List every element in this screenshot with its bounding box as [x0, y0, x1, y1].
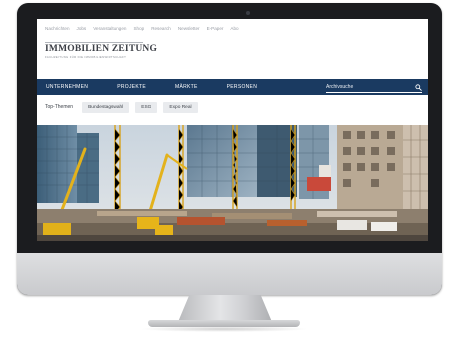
top-nav-shop[interactable]: Shop	[133, 26, 144, 31]
nav-unternehmen[interactable]: UNTERNEHMEN	[46, 84, 88, 90]
top-nav-nachrichten[interactable]: Nachrichten	[45, 26, 70, 31]
nav-projekte[interactable]: PROJEKTE	[117, 84, 146, 90]
construction-site-photo[interactable]	[37, 125, 428, 241]
logo-tagline: FACHZEITUNG FÜR DIE IMMOBILIENWIRTSCHAFT	[45, 55, 127, 59]
top-nav-newsletter[interactable]: Newsletter	[178, 26, 200, 31]
archive-search	[326, 82, 422, 93]
logo-rule	[45, 42, 143, 43]
top-nav-jobs[interactable]: Jobs	[77, 26, 87, 31]
top-nav-veranstaltungen[interactable]: Veranstaltungen	[93, 26, 126, 31]
topic-chip-esg[interactable]: ESG	[135, 101, 158, 113]
nav-maerkte[interactable]: MÄRKTE	[175, 84, 198, 90]
main-nav-bar: UNTERNEHMEN PROJEKTE MÄRKTE PERSONEN	[37, 79, 428, 95]
site-logo[interactable]: IMMOBILIEN ZEITUNG FACHZEITUNG FÜR DIE I…	[45, 44, 157, 59]
monitor-chin	[17, 253, 442, 295]
top-utility-nav: Nachrichten Jobs Veranstaltungen Shop Re…	[37, 22, 428, 34]
monitor-stand-foot	[148, 320, 300, 327]
nav-personen[interactable]: PERSONEN	[227, 84, 257, 90]
logo-wordmark: IMMOBILIEN ZEITUNG	[45, 44, 158, 54]
topic-chip-bundestagswahl[interactable]: Bundestagswahl	[82, 101, 130, 113]
top-topics-row: Top-Themen Bundestagswahl ESG Expo Real	[37, 100, 428, 114]
monitor-stand-neck	[178, 295, 272, 322]
top-nav-abo[interactable]: Abo	[230, 26, 238, 31]
topic-chip-expo-real[interactable]: Expo Real	[163, 101, 198, 113]
search-icon[interactable]	[415, 83, 422, 91]
top-nav-epaper[interactable]: E-Paper	[207, 26, 224, 31]
website-screen: Nachrichten Jobs Veranstaltungen Shop Re…	[37, 19, 428, 241]
topics-label: Top-Themen	[45, 104, 74, 110]
top-nav-research[interactable]: Research	[151, 26, 171, 31]
camera-icon	[246, 11, 250, 15]
archive-search-input[interactable]	[326, 84, 415, 90]
